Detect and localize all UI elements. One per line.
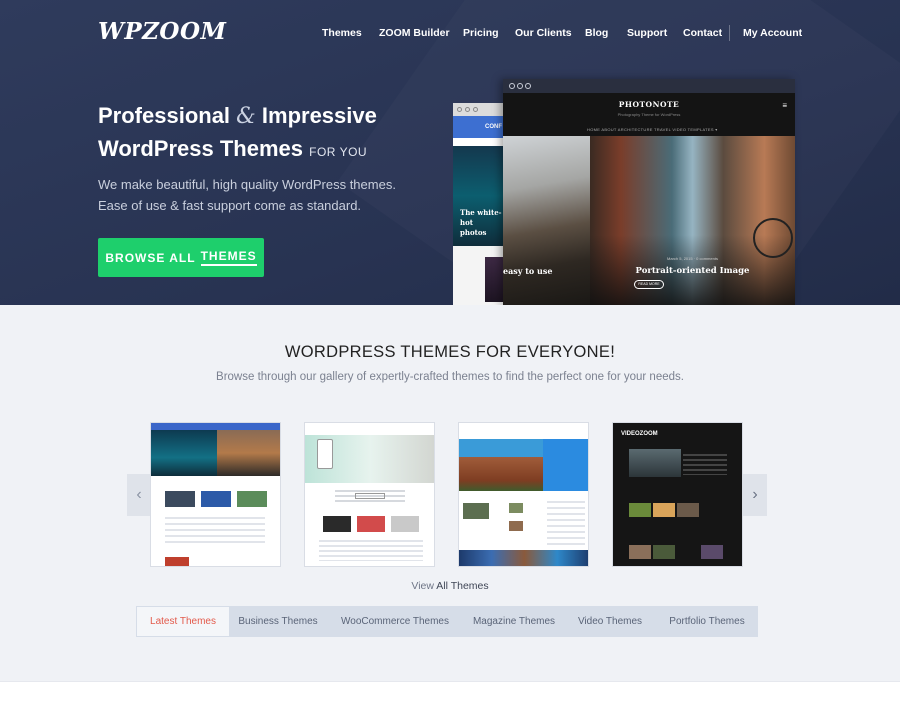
chevron-left-icon[interactable]: ‹ (127, 474, 151, 516)
window-dot-icon (509, 83, 515, 89)
tab-latest-themes[interactable]: Latest Themes (136, 606, 230, 637)
hero-subtitle-line-1: We make beautiful, high quality WordPres… (98, 177, 396, 192)
card-thumb (165, 491, 195, 507)
view-all-prefix: View (411, 580, 434, 592)
card-thumb (629, 503, 651, 517)
theme-category-tabs: Latest Themes Business Themes WooCommerc… (136, 606, 758, 637)
hamburger-icon: ≡ (782, 101, 787, 110)
bicycle-wheel (753, 218, 793, 258)
headline-for-you: FOR YOU (309, 145, 368, 159)
card-button (355, 493, 385, 499)
card-hero-image-2 (217, 430, 280, 476)
browser-bar (503, 79, 795, 93)
card-text-lines (319, 537, 423, 561)
preview-nav: HOME ABOUT ARCHITECTURE TRAVEL VIDEO TEM… (587, 127, 718, 132)
theme-preview-front: PHOTONOTE Photography Theme for WordPres… (503, 79, 795, 305)
theme-card-4[interactable]: VIDEOZOOM (612, 422, 743, 567)
ampersand: & (236, 104, 256, 129)
tab-portfolio-themes[interactable]: Portfolio Themes (656, 606, 758, 637)
nav-my-account[interactable]: My Account (743, 27, 802, 39)
hero-subtitle-line-2: Ease of use & fast support come as stand… (98, 198, 362, 213)
slide-2-date: March 5, 2015 · 0 comments (667, 256, 718, 261)
card-text-lines (547, 497, 585, 547)
slide-2-button: READ MORE (634, 280, 664, 289)
preview-caption: The white-hot photos (460, 208, 508, 238)
card-thumb (677, 503, 699, 517)
theme-card-3[interactable] (458, 422, 589, 567)
card-thumb (463, 503, 489, 519)
nav-our-clients[interactable]: Our Clients (515, 27, 572, 39)
tab-magazine-themes[interactable]: Magazine Themes (464, 606, 564, 637)
card-thumb (357, 516, 385, 532)
card-thumb (391, 516, 419, 532)
preview-header: CONF (453, 116, 508, 138)
preview-slide-2: Portrait-oriented Image READ MORE March … (590, 136, 795, 305)
nav-themes[interactable]: Themes (322, 27, 362, 39)
window-dot-icon (465, 107, 470, 112)
card-sidebar-block (543, 439, 588, 491)
nav-contact[interactable]: Contact (683, 27, 722, 39)
tab-video-themes[interactable]: Video Themes (564, 606, 656, 637)
preview-caption-line-1: The white-hot (460, 208, 502, 227)
tab-woocommerce-themes[interactable]: WooCommerce Themes (326, 606, 464, 637)
card-thumb (323, 516, 351, 532)
card-thumb (629, 545, 651, 559)
card-logo: VIDEOZOOM (621, 431, 658, 437)
card-thumb (701, 545, 723, 559)
view-all-link-text: All Themes (436, 580, 489, 592)
section-title: WORDPRESS THEMES FOR EVERYONE! (284, 343, 616, 361)
slide-2-caption: Portrait-oriented Image (635, 266, 750, 276)
cta-highlight: THEMES (200, 249, 257, 266)
theme-card-2[interactable] (304, 422, 435, 567)
nav-zoom-builder[interactable]: ZOOM Builder (379, 27, 450, 39)
logo[interactable]: WPZOOM (98, 18, 226, 45)
theme-preview-back: CONF The white-hot photos (453, 103, 508, 305)
preview-site-title: PHOTONOTE (618, 100, 680, 109)
card-hero-image (629, 449, 681, 477)
chevron-right-icon[interactable]: › (743, 474, 767, 516)
headline-line-2: WordPress Themes (98, 136, 304, 161)
section-subtitle: Browse through our gallery of expertly-c… (216, 371, 684, 383)
card-hero-image (459, 439, 543, 491)
headline-word-2: Impressive (261, 103, 377, 128)
card-thumb (653, 545, 675, 559)
browse-all-themes-button[interactable]: BROWSE ALL THEMES (98, 238, 264, 277)
preview-caption-line-2: photos (460, 228, 487, 237)
card-thumb (509, 521, 523, 531)
theme-card-1[interactable] (150, 422, 281, 567)
card-thumb (165, 557, 189, 566)
card-thumb (237, 491, 267, 507)
window-dot-icon (473, 107, 478, 112)
card-thumb (201, 491, 231, 507)
card-header-bar (151, 423, 280, 430)
card-thumb (509, 503, 523, 513)
page-bottom (0, 681, 900, 703)
nav-blog[interactable]: Blog (585, 27, 608, 39)
tab-business-themes[interactable]: Business Themes (230, 606, 326, 637)
cta-prefix: BROWSE ALL (105, 250, 196, 265)
window-dot-icon (525, 83, 531, 89)
card-hero-image (151, 430, 217, 476)
card-bottom-strip (459, 550, 588, 566)
nav-support[interactable]: Support (627, 27, 667, 39)
preview-spacer (453, 138, 508, 146)
nav-pricing[interactable]: Pricing (463, 27, 499, 39)
slide-1-caption: easy to use (503, 266, 553, 276)
hero-headline: Professional & Impressive WordPress Them… (98, 100, 377, 168)
hero-section: WPZOOM Themes ZOOM Builder Pricing Our C… (0, 0, 900, 305)
window-dot-icon (517, 83, 523, 89)
preview-slide-1: easy to use (503, 136, 590, 305)
card-phone (317, 439, 333, 469)
window-dot-icon (457, 107, 462, 112)
card-text-lines (683, 451, 727, 475)
nav-divider (729, 25, 730, 41)
card-text-lines (165, 513, 265, 543)
preview-tagline: Photography Theme for WordPress (617, 112, 681, 117)
headline-word-1: Professional (98, 103, 231, 128)
browser-bar (453, 103, 508, 116)
hero-subtitle: We make beautiful, high quality WordPres… (98, 174, 396, 216)
card-thumb (653, 503, 675, 517)
preview-image: The white-hot photos (453, 146, 508, 246)
view-all-themes-link[interactable]: View All Themes (0, 580, 900, 592)
